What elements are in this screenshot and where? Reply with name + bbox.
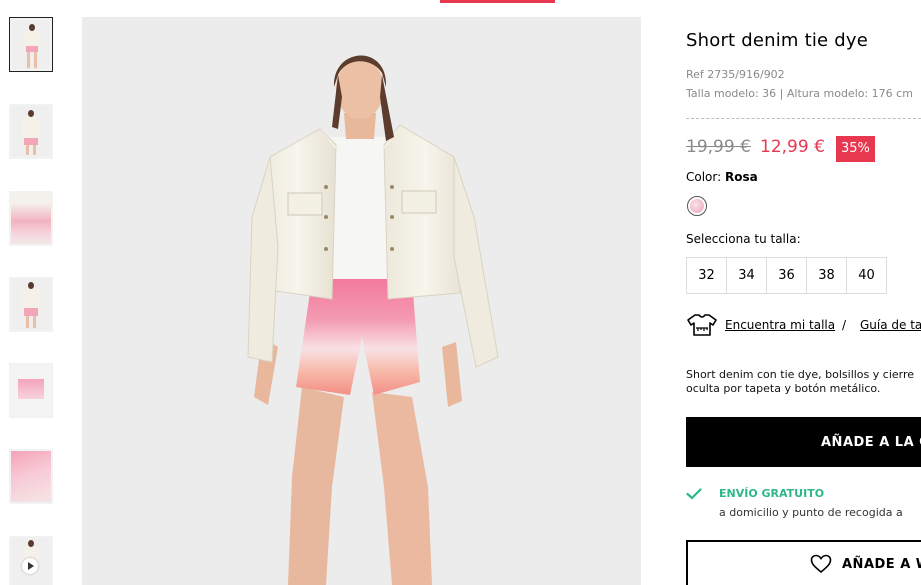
find-my-size-link[interactable]: Encuentra mi talla xyxy=(725,318,835,332)
heart-icon xyxy=(810,554,832,574)
model-photo xyxy=(247,55,499,585)
product-title: Short denim tie dye xyxy=(686,30,868,51)
sale-price: 12,99 € xyxy=(760,137,825,157)
product-description: Short denim con tie dye, bolsillos y cie… xyxy=(686,368,921,396)
product-info-panel: Short denim tie dye Ref 2735/916/902 Tal… xyxy=(686,0,921,585)
thumbnail-4[interactable] xyxy=(9,277,53,332)
description-line-1: Short denim con tie dye, bolsillos y cie… xyxy=(686,368,915,381)
tshirt-ruler-icon xyxy=(687,314,717,336)
thumbnail-6[interactable] xyxy=(9,449,53,504)
active-nav-indicator xyxy=(440,0,555,3)
free-shipping-title: ENVÍO GRATUITO xyxy=(719,487,825,500)
wishlist-label: AÑADE A WIS xyxy=(842,557,921,572)
main-product-image[interactable] xyxy=(82,17,641,585)
color-swatch-rosa[interactable] xyxy=(687,196,707,216)
size-option-34[interactable]: 34 xyxy=(726,257,767,294)
model-size-info: Talla modelo: 36 | Altura modelo: 176 cm xyxy=(686,87,913,100)
divider xyxy=(686,118,921,119)
discount-badge: 35% xyxy=(836,136,875,162)
size-option-38[interactable]: 38 xyxy=(806,257,847,294)
size-option-32[interactable]: 32 xyxy=(686,257,727,294)
thumbnail-3[interactable] xyxy=(9,191,53,246)
size-label: Selecciona tu talla: xyxy=(686,232,801,246)
original-price: 19,99 € xyxy=(686,137,751,157)
product-reference: Ref 2735/916/902 xyxy=(686,68,785,81)
add-to-wishlist-button[interactable]: AÑADE A WIS xyxy=(686,540,921,585)
link-separator: / xyxy=(842,318,847,332)
size-option-36[interactable]: 36 xyxy=(766,257,807,294)
thumbnail-7-video[interactable] xyxy=(9,536,53,585)
color-value: Rosa xyxy=(724,170,758,184)
size-selector: 32 34 36 38 40 xyxy=(686,257,887,294)
size-option-40[interactable]: 40 xyxy=(846,257,887,294)
free-shipping-subtitle: a domicilio y punto de recogida a xyxy=(719,506,903,519)
thumbnail-2[interactable] xyxy=(9,104,53,159)
color-label-text: Color: xyxy=(686,170,725,184)
check-icon xyxy=(686,488,702,500)
color-label: Color: Rosa xyxy=(686,170,758,184)
play-icon[interactable] xyxy=(22,558,38,574)
description-line-2: oculta por tapeta y botón metálico. xyxy=(686,382,881,395)
add-to-cart-button[interactable]: AÑADE A LA C xyxy=(686,417,921,467)
thumbnail-1[interactable] xyxy=(9,17,53,72)
size-guide-link[interactable]: Guía de tal xyxy=(860,318,921,332)
thumbnail-5[interactable] xyxy=(9,363,53,418)
